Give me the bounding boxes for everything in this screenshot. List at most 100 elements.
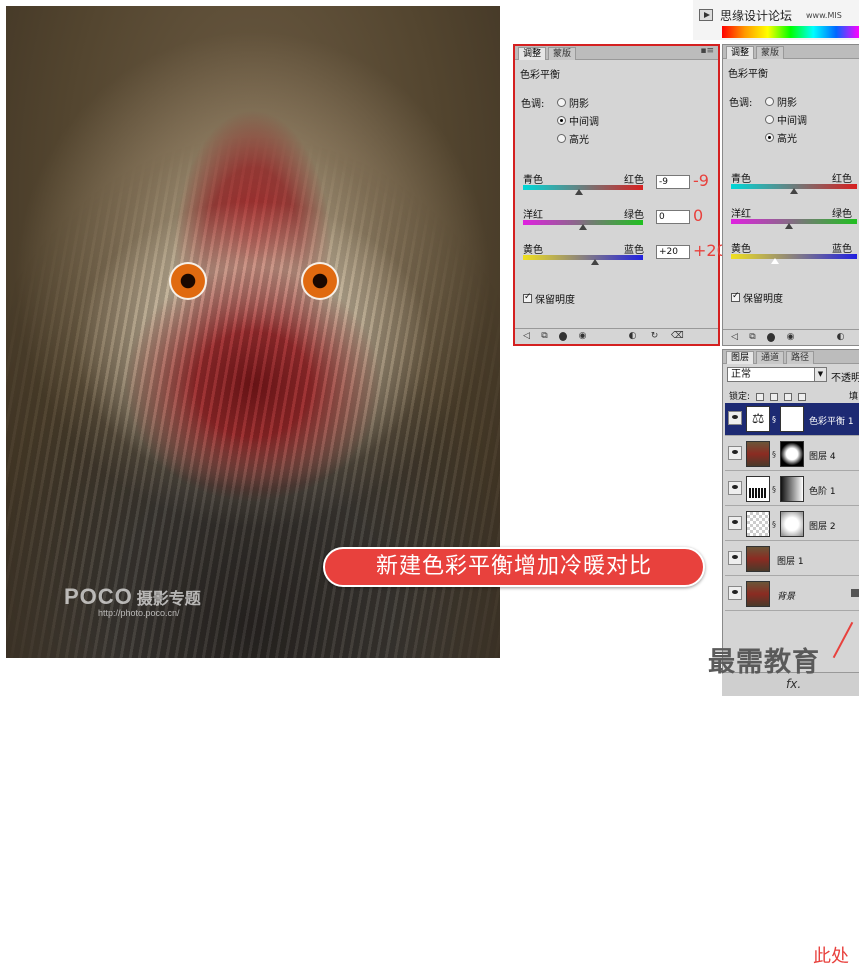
slider-cyan-label-2: 青色 <box>731 174 751 185</box>
layer-visibility-eye-icon[interactable] <box>728 516 742 530</box>
slider-cyan-red-value[interactable]: -9 <box>656 175 690 189</box>
watermark-url: http://photo.poco.cn/ <box>98 608 180 618</box>
slider-magenta-label: 洋红 <box>523 210 543 221</box>
visibility-icon-2[interactable] <box>767 333 775 342</box>
layer-mask-thumbnail[interactable] <box>780 406 804 432</box>
layer-visibility-eye-icon[interactable] <box>728 446 742 460</box>
layer-visibility-eye-icon[interactable] <box>728 481 742 495</box>
panel-tabs: 调整 蒙版 ▪≡ <box>515 46 718 60</box>
slider-magenta-green-value[interactable]: 0 <box>656 210 690 224</box>
layer-visibility-eye-icon[interactable] <box>728 411 742 425</box>
slider-yellow-label: 黄色 <box>523 245 543 256</box>
layer-row-levels[interactable]: § 色阶 1 <box>725 473 859 506</box>
link-chain-icon: § <box>772 450 776 459</box>
layer-row-4[interactable]: § 图层 4 <box>725 438 859 471</box>
color-balance-panel-midtones: 调整 蒙版 ▪≡ 色彩平衡 色调: 阴影 中间调 高光 青色 红色 -9 -9 … <box>513 44 727 346</box>
view-previous-icon[interactable]: ◐ <box>627 331 638 341</box>
fill-label: 填 <box>849 392 859 402</box>
radio-highlights-2[interactable]: 高光 <box>765 130 797 145</box>
tab-channels[interactable]: 通道 <box>756 351 785 364</box>
tab-paths[interactable]: 路径 <box>786 351 815 364</box>
slider-yellow-blue-value[interactable]: +20 <box>656 245 690 259</box>
lock-image-icon[interactable] <box>769 392 778 401</box>
radio-label-midtones: 中间调 <box>569 117 599 128</box>
slider-yellow-blue-thumb-2[interactable] <box>771 258 779 264</box>
slider-cyan-red-thumb-2[interactable] <box>790 188 798 194</box>
trash-icon[interactable]: ⌫ <box>671 331 684 341</box>
slider-magenta-green-track-2[interactable] <box>731 219 857 224</box>
reset-icon[interactable]: ↻ <box>649 331 660 341</box>
slider-cyan-label: 青色 <box>523 175 543 186</box>
layer-row-background[interactable]: 背景 <box>725 578 859 611</box>
visibility-icon[interactable] <box>559 332 567 341</box>
clip-layer-icon[interactable]: ⧉ <box>539 331 550 341</box>
slider-red-label-2: 红色 <box>832 174 852 185</box>
radio-midtones[interactable]: 中间调 <box>557 113 599 128</box>
radio-label-highlights-2: 高光 <box>777 134 797 145</box>
checkbox-box-2[interactable] <box>731 291 740 302</box>
view-previous-icon-2[interactable]: ◐ <box>835 332 846 342</box>
rooster-eye-left <box>169 262 207 300</box>
slider-magenta-green-thumb-2[interactable] <box>785 223 793 229</box>
back-arrow-icon-2[interactable]: ◁ <box>729 332 740 342</box>
balance-scale-icon: ⚖ <box>746 406 770 432</box>
radio-highlights[interactable]: 高光 <box>557 131 589 146</box>
tab-adjustments-2[interactable]: 调整 <box>726 46 755 59</box>
chevron-down-icon[interactable]: ▼ <box>814 368 826 381</box>
preserve-luminosity-checkbox[interactable]: 保留明度 <box>523 291 575 306</box>
layer-row-1[interactable]: 图层 1 <box>725 543 859 576</box>
radio-shadows[interactable]: 阴影 <box>557 95 589 110</box>
clip-layer-icon-2[interactable]: ⧉ <box>747 332 758 342</box>
preserve-luminosity-label-2: 保留明度 <box>743 294 783 305</box>
panel-toolbar-2: ◁ ⧉ ◉ ◐ <box>723 329 859 345</box>
slider-yellow-blue-track-2[interactable] <box>731 254 857 259</box>
annotation-here: 此处 <box>813 946 849 967</box>
radio-shadows-2[interactable]: 阴影 <box>765 94 797 109</box>
layer-row-color-balance[interactable]: ⚖ § 色彩平衡 1 <box>725 403 859 436</box>
blend-mode-select[interactable]: 正常 ▼ <box>727 367 827 382</box>
slider-yellow-blue-thumb[interactable] <box>591 259 599 265</box>
layer-mask-thumbnail[interactable] <box>780 441 804 467</box>
back-arrow-icon[interactable]: ◁ <box>521 331 532 341</box>
layer-visibility-eye-icon[interactable] <box>728 551 742 565</box>
slider-magenta-green-thumb[interactable] <box>579 224 587 230</box>
preserve-luminosity-checkbox-2[interactable]: 保留明度 <box>731 290 783 305</box>
layer-visibility-eye-icon[interactable] <box>728 586 742 600</box>
radio-label-shadows-2: 阴影 <box>777 98 797 109</box>
checkbox-box[interactable] <box>523 292 532 303</box>
tab-layers[interactable]: 图层 <box>726 351 755 364</box>
lock-transparency-icon[interactable] <box>755 392 764 401</box>
fx-icon[interactable]: fx. <box>786 677 801 691</box>
forum-url[interactable]: www.MIS <box>806 11 842 20</box>
radio-midtones-2[interactable]: 中间调 <box>765 112 807 127</box>
play-icon[interactable] <box>699 9 713 21</box>
panel-tabs-2: 调整 蒙版 <box>723 45 859 59</box>
radio-dot-highlights-2[interactable] <box>765 133 774 142</box>
eye-toggle-icon-2[interactable]: ◉ <box>785 332 796 342</box>
tab-masks[interactable]: 蒙版 <box>548 47 577 60</box>
tab-masks-2[interactable]: 蒙版 <box>756 46 785 59</box>
lock-all-icon[interactable] <box>797 392 806 401</box>
layer-mask-thumbnail[interactable] <box>780 476 804 502</box>
radio-dot-highlights[interactable] <box>557 134 566 143</box>
radio-dot-shadows[interactable] <box>557 98 566 107</box>
layer-row-2[interactable]: § 图层 2 <box>725 508 859 541</box>
slider-cyan-red-thumb[interactable] <box>575 189 583 195</box>
eye-toggle-icon[interactable]: ◉ <box>577 331 588 341</box>
tab-adjustments[interactable]: 调整 <box>518 47 547 60</box>
slider-yellow-label-2: 黄色 <box>731 244 751 255</box>
site-logo: 最需教育 <box>708 647 820 678</box>
forum-name[interactable]: 思缘设计论坛 <box>720 7 792 24</box>
radio-dot-midtones[interactable] <box>557 116 566 125</box>
radio-dot-midtones-2[interactable] <box>765 115 774 124</box>
layer-mask-thumbnail[interactable] <box>780 511 804 537</box>
slider-cyan-red-track[interactable] <box>523 185 643 190</box>
lock-position-icon[interactable] <box>783 392 792 401</box>
panel-menu-icon[interactable]: ▪≡ <box>700 46 714 56</box>
slider-yellow-blue-track[interactable] <box>523 255 643 260</box>
layer-thumbnail <box>746 546 770 572</box>
poco-watermark: POCO 摄影专题 http://photo.poco.cn/ <box>64 584 201 618</box>
layer-name: 图层 1 <box>777 557 804 567</box>
radio-dot-shadows-2[interactable] <box>765 97 774 106</box>
color-spectrum-bar[interactable] <box>722 26 859 38</box>
